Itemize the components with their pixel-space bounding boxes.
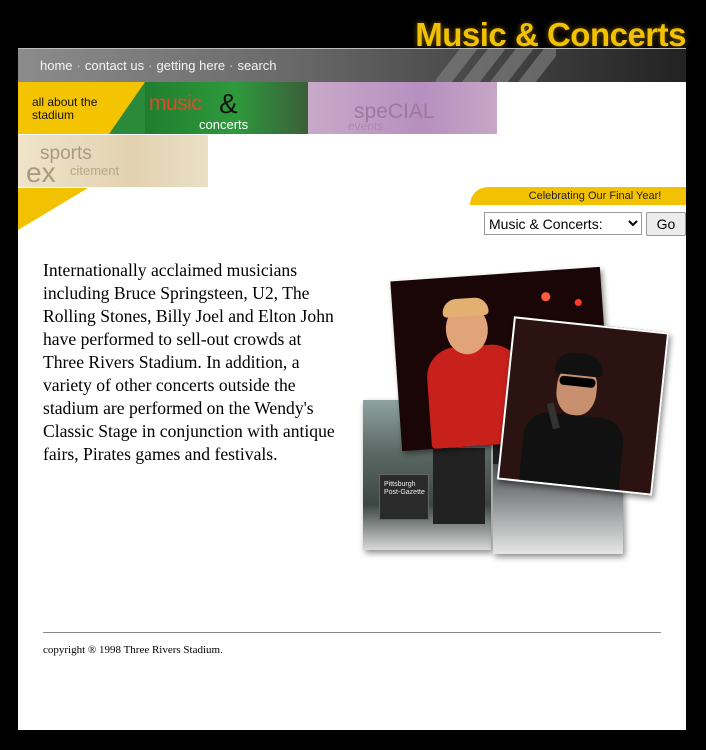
final-year-banner: Celebrating Our Final Year! bbox=[470, 187, 686, 205]
nav-getting-here-link[interactable]: getting here bbox=[156, 58, 225, 73]
tile-music-word: music bbox=[149, 92, 202, 115]
nav-separator: · bbox=[229, 58, 234, 73]
stadium-sign-text: Pittsburgh Post-Gazette bbox=[384, 481, 425, 496]
tile-sports-excitement[interactable]: sports ex citement bbox=[18, 135, 208, 187]
tile-stadium-label: all about the stadium bbox=[32, 96, 97, 122]
nav-stripes-decoration bbox=[436, 49, 556, 82]
nav-search-link[interactable]: search bbox=[238, 58, 277, 73]
nav-separator: · bbox=[76, 58, 81, 73]
final-year-banner-text: Celebrating Our Final Year! bbox=[528, 190, 662, 202]
nav-separator: · bbox=[148, 58, 153, 73]
tile-citement-word: citement bbox=[70, 163, 120, 178]
tile-stadium-triangle bbox=[109, 82, 145, 134]
copyright-text: copyright ® 1998 Three Rivers Stadium. bbox=[43, 644, 223, 656]
tile-stadium-line2: stadium bbox=[32, 108, 75, 122]
tile-all-about-stadium[interactable]: all about the stadium bbox=[18, 82, 145, 134]
go-button[interactable]: Go bbox=[646, 212, 686, 236]
tile-events-word: events bbox=[348, 119, 384, 133]
tile-music-concerts[interactable]: music & concerts bbox=[145, 82, 308, 134]
tile-music-ampersand: & bbox=[219, 88, 238, 119]
nav-contact-link[interactable]: contact us bbox=[85, 58, 144, 73]
performer-hair bbox=[441, 296, 489, 318]
jump-menu: Music & Concerts: Go bbox=[484, 212, 686, 236]
yellow-corner-triangle bbox=[18, 188, 88, 230]
header-bar: Music & Concerts bbox=[18, 0, 686, 53]
stadium-stage bbox=[433, 448, 485, 524]
intro-paragraph: Internationally acclaimed musicians incl… bbox=[43, 260, 335, 464]
singer-sunglasses-photo bbox=[496, 316, 670, 496]
nav-home-link[interactable]: home bbox=[40, 58, 73, 73]
section-select[interactable]: Music & Concerts: bbox=[484, 212, 642, 235]
nav-links: home · contact us · getting here · search bbox=[40, 58, 277, 73]
footer-divider bbox=[43, 632, 661, 633]
singer-shirt bbox=[518, 410, 626, 491]
tile-special-events[interactable]: speCIAL events bbox=[308, 82, 497, 134]
page: Music & Concerts home · contact us · getting… bbox=[18, 0, 686, 730]
concert-photo-collage: Pittsburgh Post-Gazette bbox=[363, 262, 670, 554]
stage-lights bbox=[520, 276, 604, 323]
nav-bar: home · contact us · getting here · search bbox=[18, 48, 686, 82]
tile-concerts-word: concerts bbox=[199, 117, 249, 132]
tile-ex-word: ex bbox=[26, 157, 56, 187]
stadium-sign: Pittsburgh Post-Gazette bbox=[379, 474, 429, 520]
